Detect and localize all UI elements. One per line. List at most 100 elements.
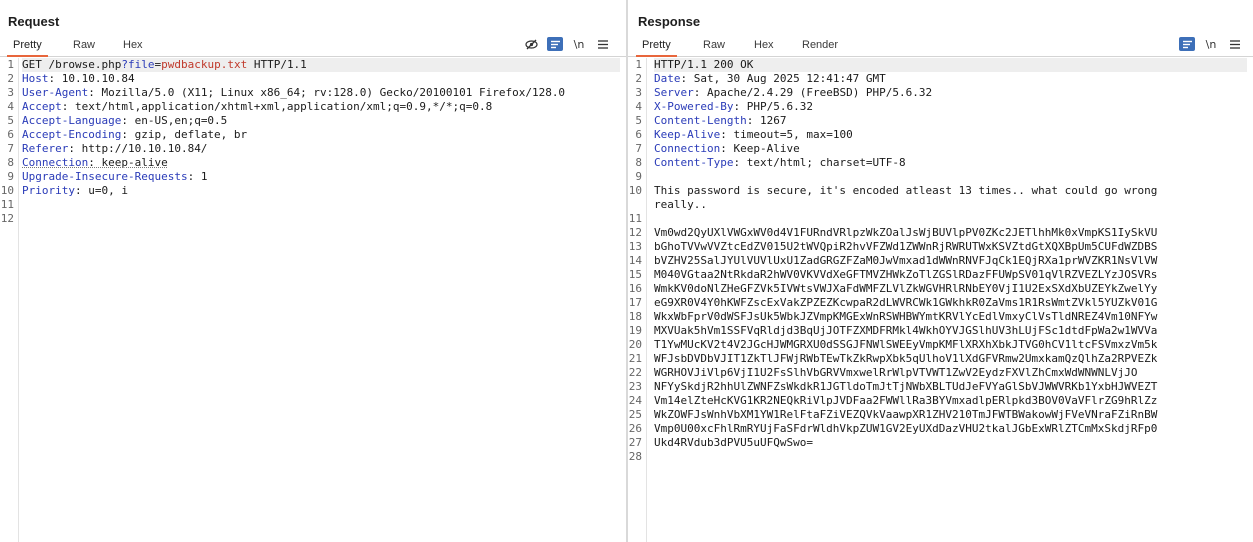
header-name: Content-Length [654, 114, 747, 127]
tab-raw[interactable]: Raw [697, 38, 731, 55]
http-method: GET [22, 58, 42, 71]
message-format-icon[interactable] [547, 37, 563, 51]
request-line: GET /browse.php?file=pwdbackup.txt HTTP/… [22, 58, 620, 72]
message-format-icon[interactable] [1179, 37, 1195, 51]
header-value: : timeout=5, max=100 [720, 128, 853, 141]
encoded-line: NFYySkdjR2hhUlZWNFZsWkdkR1JGTldoTmJtTjNW… [654, 380, 1158, 393]
header-name: Accept-Encoding [22, 128, 122, 141]
query-separator: ? [121, 58, 128, 71]
line-number: 2 [7, 72, 14, 85]
line-number: 11 [0, 198, 14, 211]
hamburger-menu-icon[interactable] [1227, 37, 1243, 51]
newline-toggle-button[interactable]: \n [1203, 37, 1219, 51]
header-name: Server [654, 86, 694, 99]
eye-slash-icon[interactable] [523, 37, 539, 51]
line-number: 25 [628, 408, 642, 421]
line-number: 20 [628, 338, 642, 351]
request-toolbar: \n [523, 36, 611, 52]
header-name: Date [654, 72, 681, 85]
response-editor[interactable]: 1 2 3 4 5 6 7 8 9 10 11 12 13 14 15 16 17 18 19 20 21 22 23 24 2… [628, 58, 1253, 542]
line-number: 3 [7, 86, 14, 99]
tab-hex[interactable]: Hex [117, 38, 149, 55]
tab-raw[interactable]: Raw [67, 38, 101, 55]
line-number: 4 [7, 100, 14, 113]
response-pane: Response Pretty Raw Hex Render \n 123456… [628, 0, 1253, 542]
request-title: Request [8, 14, 60, 29]
header-line: Referer: http://10.10.10.84/ [22, 142, 620, 156]
line-number: 13 [628, 240, 642, 253]
line-number: 28 [628, 450, 642, 463]
tab-render[interactable]: Render [796, 38, 844, 55]
header-line: X-Powered-By: PHP/5.6.32 [654, 100, 1247, 114]
header-value: : 1 [187, 170, 208, 183]
header-line: Keep-Alive: timeout=5, max=100 [654, 128, 1247, 142]
line-number: 27 [628, 436, 642, 449]
line-number: 5 [7, 114, 14, 127]
tab-pretty[interactable]: Pretty [636, 38, 677, 57]
line-number: 6 [7, 128, 14, 141]
header-value: : http://10.10.10.84/ [68, 142, 208, 155]
line-number: 4 [635, 100, 642, 113]
tab-pretty[interactable]: Pretty [7, 38, 48, 57]
line-number: 7 [7, 142, 14, 155]
line-number: 10 [628, 184, 642, 197]
line-number: 9 [635, 170, 642, 183]
line-number: 15 [628, 268, 642, 281]
encoded-line: M040VGtaa2NtRkdaR2hWV0VKVVdXeGFTMVZHWkZo… [654, 268, 1158, 281]
tab-hex[interactable]: Hex [748, 38, 780, 55]
header-line: Priority: u=0, i [22, 184, 620, 198]
header-name: Upgrade-Insecure-Requests [22, 170, 188, 183]
line-number: 9 [7, 170, 14, 183]
request-editor[interactable]: 1 2 3 4 5 6 7 8 9 10 11 12 GET /browse.p… [0, 58, 626, 542]
line-number: 10 [0, 184, 14, 197]
header-value: : Sat, 30 Aug 2025 12:41:47 GMT [680, 72, 886, 85]
line-number: 8 [635, 156, 642, 169]
encoded-line: WGRHOVJiVlp6VjI1U2FsSlhVbGRVVmxwelRrWlpV… [654, 366, 1138, 379]
encoded-line: T1YwMUcKV2t4V2JGcHJWMGRXU0dSSGJFNWlSWEEy… [654, 338, 1158, 351]
header-value: : Keep-Alive [720, 142, 800, 155]
line-number: 12 [0, 212, 14, 225]
encoded-line: eG9XR0V4Y0hKWFZscExVakZPZEZKcwpaR2dLWVRC… [654, 296, 1158, 309]
header-line: Date: Sat, 30 Aug 2025 12:41:47 GMT [654, 72, 1247, 86]
query-param-value: pwdbackup.txt [161, 58, 248, 71]
header-name: Host [22, 72, 49, 85]
header-value: : en-US,en;q=0.5 [121, 114, 228, 127]
header-line: Accept-Encoding: gzip, deflate, br [22, 128, 620, 142]
header-line: Accept-Language: en-US,en;q=0.5 [22, 114, 620, 128]
header-name: Referer [22, 142, 69, 155]
header-value: : 1267 [746, 114, 787, 127]
line-number: 8 [7, 156, 14, 169]
header-value: : u=0, i [74, 184, 128, 197]
query-param-name: file [127, 58, 155, 71]
line-number [628, 198, 646, 212]
line-number: 7 [635, 142, 642, 155]
header-line: Connection: Keep-Alive [654, 142, 1247, 156]
status-line: HTTP/1.1 200 OK [654, 58, 1247, 72]
header-line: Content-Type: text/html; charset=UTF-8 [654, 156, 1247, 170]
encoded-line: Vm14elZteHcKVG1KR2NEQkRiVlpJVDFaa2FWWllR… [654, 394, 1158, 407]
header-name: Connection [654, 142, 721, 155]
line-number-gutter: 1 2 3 4 5 6 7 8 9 10 11 12 [0, 58, 19, 542]
header-line: Server: Apache/2.4.29 (FreeBSD) PHP/5.6.… [654, 86, 1247, 100]
encoded-line: bGhoTVVwVVZtcEdZV015U2tWVQpiR2hvVFZWd1ZW… [654, 240, 1158, 253]
line-number: 19 [628, 324, 642, 337]
header-value: : Apache/2.4.29 (FreeBSD) PHP/5.6.32 [693, 86, 933, 99]
line-number: 21 [628, 352, 642, 365]
header-name: Connection [22, 156, 89, 169]
encoded-line: WkZOWFJsWnhVbXM1YW1RelFtaFZiVEZQVkVaawpX… [654, 408, 1158, 421]
line-number: 1 [7, 58, 14, 71]
line-number: 22 [628, 366, 642, 379]
encoded-line: bVZHV25SalJYUlVUVlUxU1ZadGRGZFZaM0JwVmxa… [654, 254, 1158, 267]
line-number: 14 [628, 254, 642, 267]
header-name: Keep-Alive [654, 128, 721, 141]
hamburger-menu-icon[interactable] [595, 37, 611, 51]
encoded-line: Vm0wd2QyUXlVWGxWV0d4V1FURndVRlpzWkZOalJs… [654, 226, 1158, 239]
line-number: 23 [628, 380, 642, 393]
line-number: 3 [635, 86, 642, 99]
header-name: Accept [22, 100, 62, 113]
line-number: 1 [635, 58, 642, 71]
newline-toggle-button[interactable]: \n [571, 37, 587, 51]
